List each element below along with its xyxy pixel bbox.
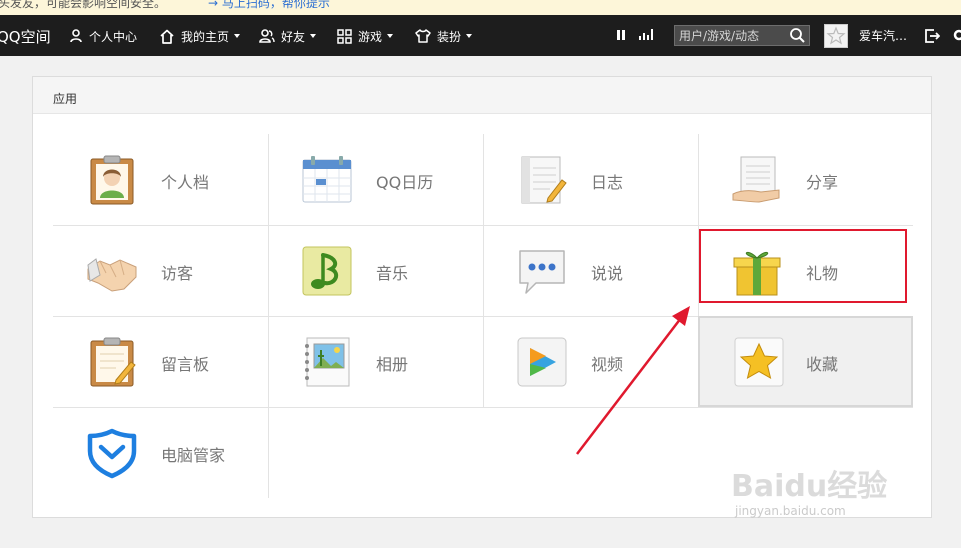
search-input[interactable] [675, 26, 787, 45]
nav-decorate[interactable]: 装扮 [415, 27, 473, 45]
app-label: 视频 [591, 355, 624, 374]
app-label: 留言板 [161, 355, 210, 374]
app-label: 个人档 [161, 173, 210, 192]
nav-games[interactable]: 游戏 [337, 27, 394, 45]
app-message-board[interactable]: 留言板 [53, 316, 268, 407]
notice-text: 头发友，可能会影响空间安全。 [0, 0, 167, 10]
photo-album-icon [305, 337, 350, 387]
watermark-subtext: jingyan.baidu.com [735, 504, 846, 518]
app-music[interactable]: 音乐 [268, 225, 483, 316]
app-visitors[interactable]: 访客 [53, 225, 268, 316]
app-label: 说说 [591, 264, 624, 283]
app-share[interactable]: 分享 [698, 134, 913, 225]
avatar[interactable] [824, 24, 848, 48]
video-play-icon [517, 337, 567, 387]
profile-clipboard-icon [90, 155, 134, 205]
app-profile[interactable]: 个人档 [53, 134, 268, 225]
app-label: 分享 [806, 173, 839, 192]
app-shuoshuo[interactable]: 说说 [483, 225, 698, 316]
app-label: 礼物 [806, 264, 839, 283]
panel-header: 应用 [33, 77, 931, 114]
app-favorites[interactable]: 收藏 [698, 316, 913, 407]
notice-link[interactable]: → 马上扫码，帮你提示 [208, 0, 330, 11]
nav-label: 我的主页 [181, 29, 230, 44]
calendar-icon [302, 156, 352, 203]
speech-bubble-icon [519, 250, 565, 294]
home-icon [160, 29, 174, 44]
app-photo-album[interactable]: 相册 [268, 316, 483, 407]
watermark: Baidu经验 jingyan.baidu.com [731, 455, 911, 525]
watermark-text: Baidu经验 [731, 469, 888, 504]
app-calendar[interactable]: QQ日历 [268, 134, 483, 225]
app-label: 日志 [591, 173, 624, 192]
grid-icon [337, 28, 352, 44]
nav-label: 游戏 [358, 29, 383, 44]
nav-label: 好友 [281, 29, 306, 44]
app-label: 收藏 [806, 355, 839, 374]
gift-icon [733, 251, 781, 296]
logout-icon[interactable] [924, 28, 940, 44]
nav-label: 个人中心 [89, 29, 138, 44]
message-board-icon [90, 337, 136, 387]
top-navigation-bar: QQ空间 个人中心 我的主页 好友 游戏 装扮 [0, 15, 961, 56]
handshake-icon [87, 258, 137, 292]
pc-manager-shield-icon [87, 428, 137, 479]
chevron-down-icon [387, 34, 394, 38]
notice-bar: 头发友，可能会影响空间安全。 → 马上扫码，帮你提示 [0, 0, 961, 15]
app-label: QQ日历 [376, 173, 434, 192]
app-gifts[interactable]: 礼物 [698, 225, 913, 316]
signal-bars-icon[interactable] [639, 29, 655, 40]
nav-friends[interactable]: 好友 [259, 27, 317, 45]
app-label: 电脑管家 [161, 446, 226, 465]
panel-title: 应用 [53, 92, 78, 106]
avatar-star-icon [826, 26, 846, 45]
music-note-icon [302, 246, 352, 296]
chevron-down-icon [234, 34, 241, 38]
app-video[interactable]: 视频 [483, 316, 698, 407]
chevron-down-icon [310, 34, 317, 38]
app-label: 相册 [376, 355, 409, 374]
app-label: 音乐 [376, 264, 409, 283]
nav-my-homepage[interactable]: 我的主页 [159, 27, 241, 45]
app-blog[interactable]: 日志 [483, 134, 698, 225]
gear-icon[interactable] [952, 28, 961, 42]
brand-logo-text[interactable]: QQ空间 [0, 26, 51, 47]
username[interactable]: 爱车汽… [859, 27, 907, 44]
search-icon[interactable] [789, 27, 806, 44]
shirt-icon [415, 29, 431, 43]
pause-icon[interactable] [617, 30, 625, 40]
nav-personal-center[interactable]: 个人中心 [69, 27, 137, 45]
app-label: 访客 [161, 264, 194, 283]
apps-grid: 个人档 QQ日历 日志 分享 访客 音乐 说说 礼物 留言板 相册 视频 收藏 … [53, 134, 913, 498]
user-icon [70, 29, 82, 43]
search-box [674, 25, 810, 46]
apps-panel: 应用 个人档 QQ日历 日志 分享 访客 音乐 说说 礼物 留言板 相册 视频 … [32, 76, 932, 518]
blog-notebook-icon [521, 156, 567, 204]
share-hand-icon [732, 156, 780, 203]
nav-label: 装扮 [437, 29, 462, 44]
friends-icon [259, 29, 275, 43]
app-pc-manager[interactable]: 电脑管家 [53, 407, 268, 498]
star-icon [734, 337, 784, 387]
chevron-down-icon [466, 34, 473, 38]
